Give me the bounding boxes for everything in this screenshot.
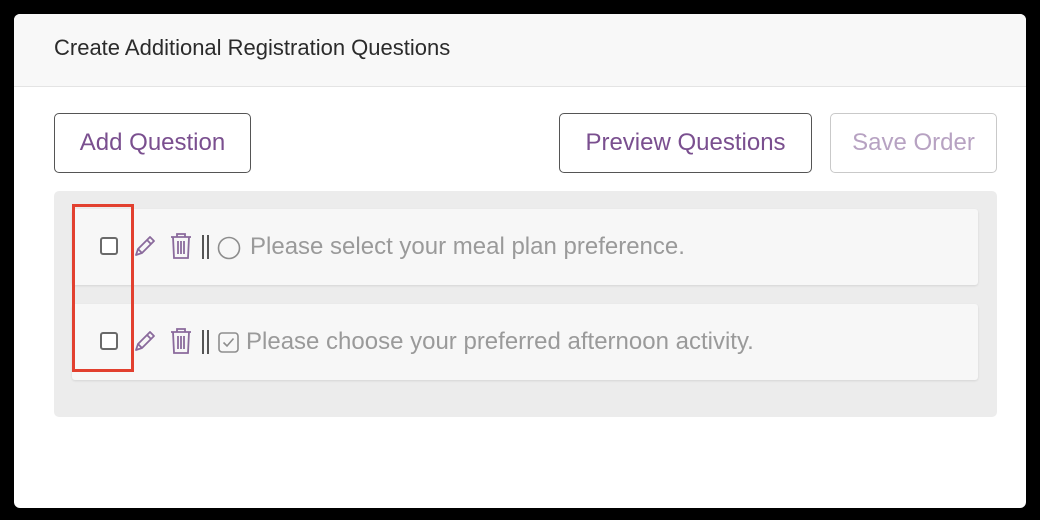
trash-icon[interactable] — [168, 326, 194, 356]
pencil-icon[interactable] — [130, 328, 158, 356]
drag-handle-icon[interactable] — [202, 235, 210, 259]
add-question-button[interactable]: Add Question — [54, 113, 251, 173]
panel-header: Create Additional Registration Questions — [14, 14, 1026, 87]
question-row[interactable]: Please choose your preferred afternoon a… — [72, 304, 978, 380]
radio-circle-icon — [217, 236, 241, 260]
checkbox-column-highlight — [72, 204, 134, 372]
pencil-icon[interactable] — [130, 233, 158, 261]
preview-questions-button[interactable]: Preview Questions — [559, 113, 812, 173]
panel-title: Create Additional Registration Questions — [54, 35, 451, 60]
trash-icon[interactable] — [168, 231, 194, 261]
question-text: Please select your meal plan preference. — [250, 233, 685, 260]
registration-questions-panel: Create Additional Registration Questions… — [14, 14, 1026, 508]
drag-handle-icon[interactable] — [202, 330, 210, 354]
checkbox-checked-icon — [218, 332, 239, 353]
save-order-button[interactable]: Save Order — [830, 113, 997, 173]
question-row[interactable]: Please select your meal plan preference. — [72, 209, 978, 285]
question-text: Please choose your preferred afternoon a… — [246, 328, 754, 355]
question-list: Please select your meal plan preference. — [54, 191, 997, 417]
